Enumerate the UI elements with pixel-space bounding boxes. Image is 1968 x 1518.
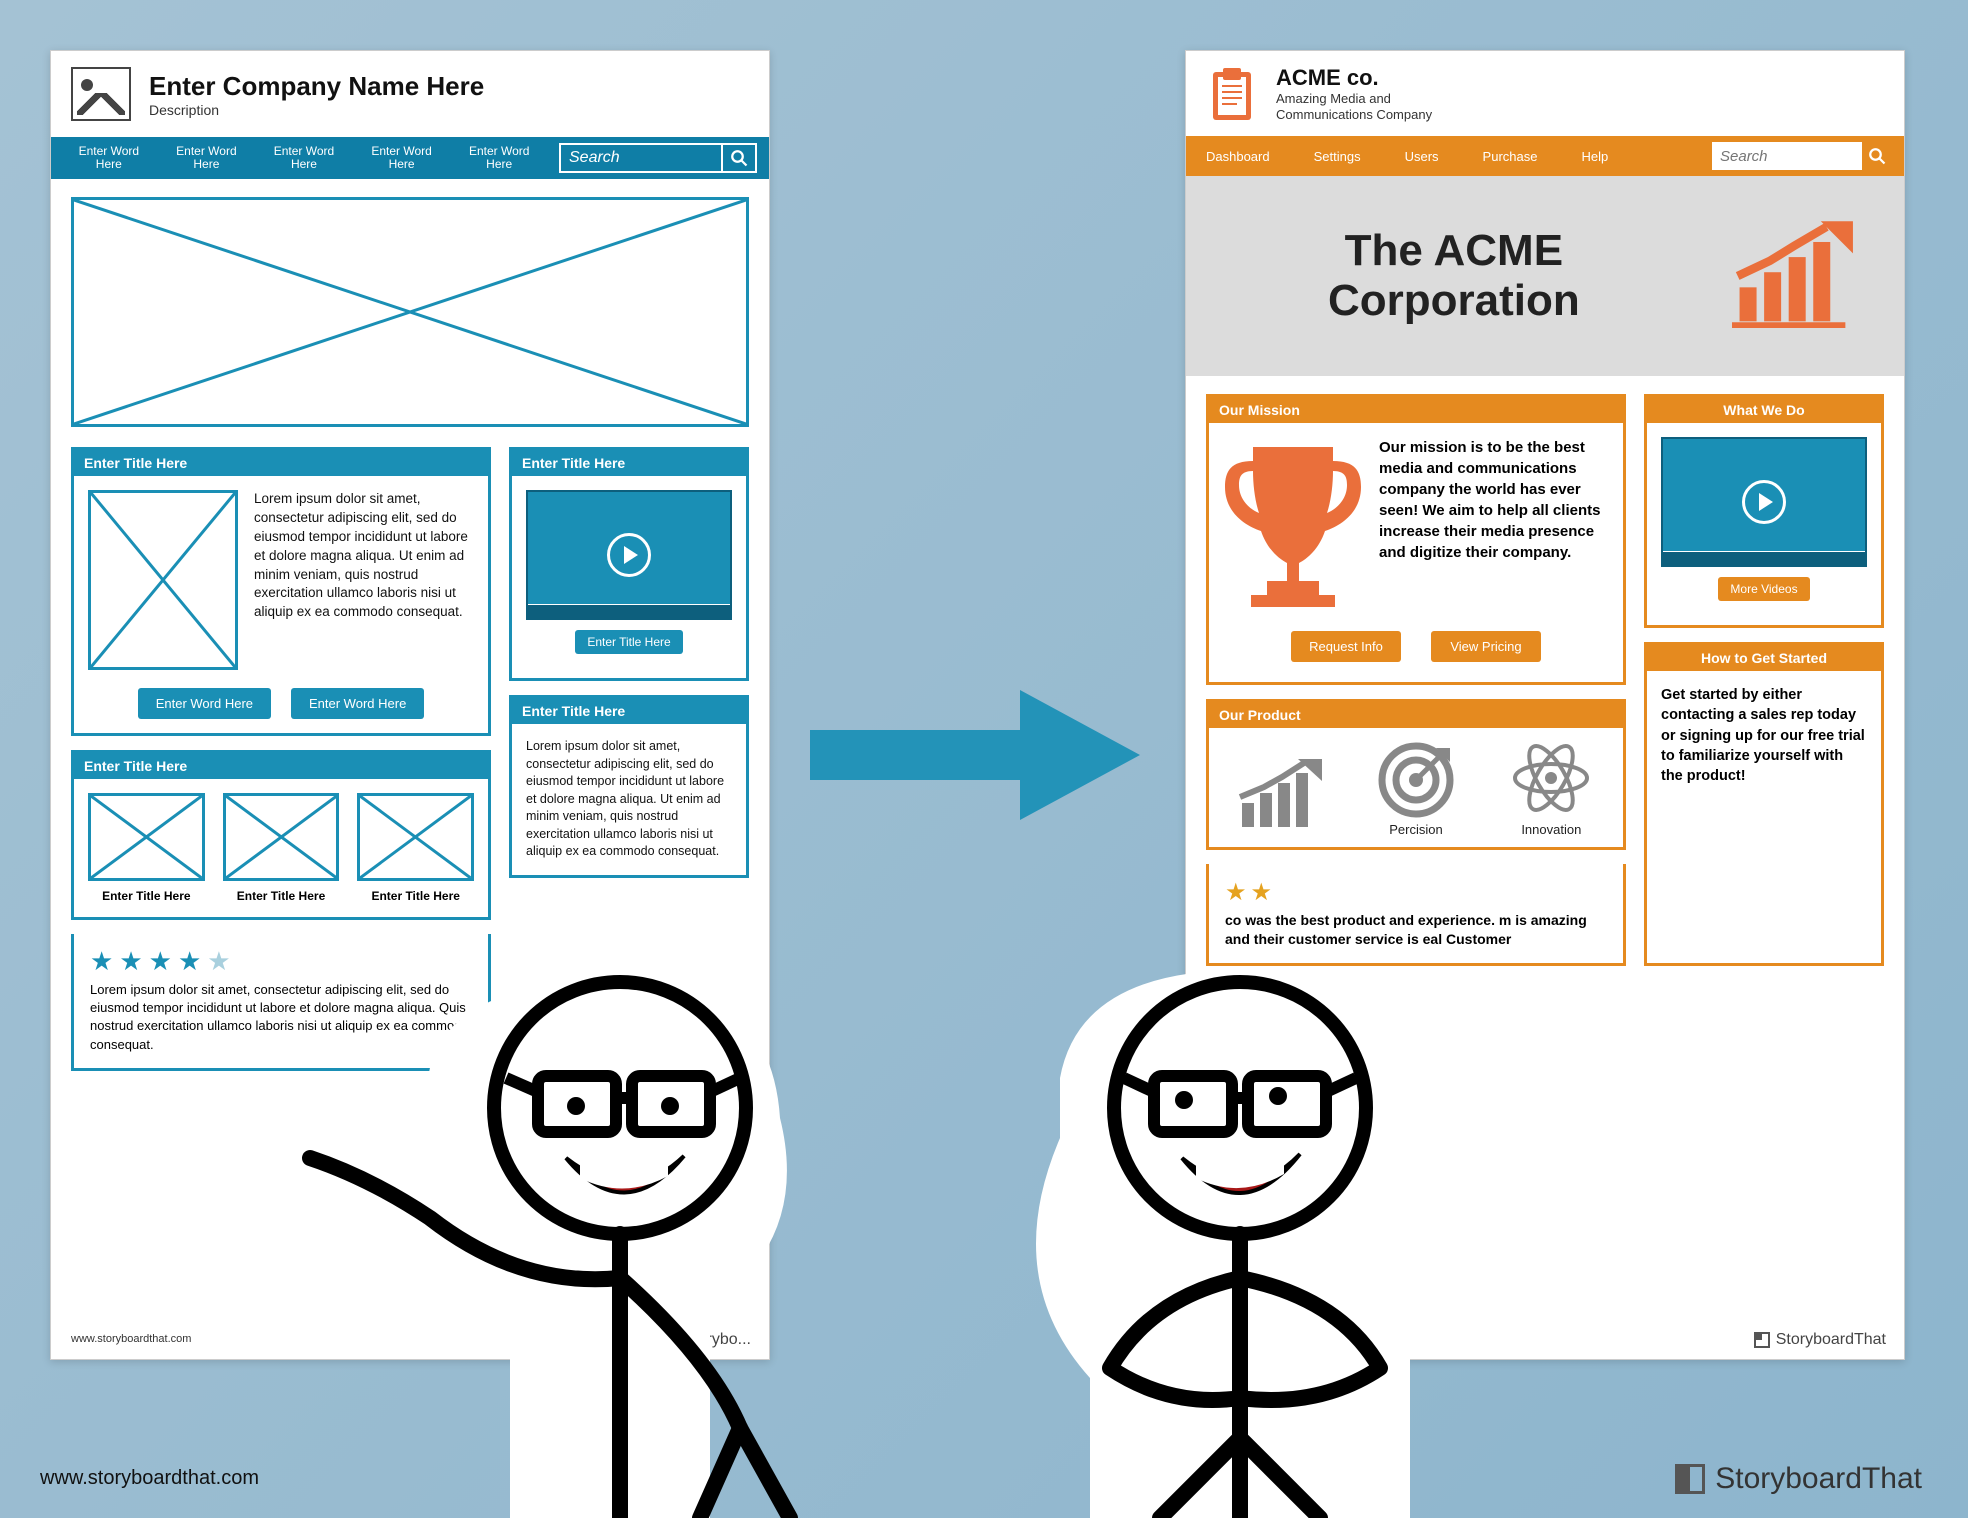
search-box[interactable] <box>559 143 757 173</box>
product-card: Our Product Percision Innovation <box>1206 699 1626 850</box>
nav-item[interactable]: Enter Word Here <box>266 145 342 171</box>
page-brand: StoryboardThat <box>1675 1462 1922 1496</box>
page-url: www.storyboardthat.com <box>40 1467 259 1490</box>
card-header: Enter Title Here <box>512 698 746 724</box>
wf-body: Enter Title Here Lorem ipsum dolor sit a… <box>51 179 769 1089</box>
company-name: Enter Company Name Here <box>149 71 484 102</box>
view-pricing-button[interactable]: View Pricing <box>1431 631 1541 662</box>
hero-title: The ACME Corporation <box>1226 226 1682 327</box>
clipboard-icon <box>1206 66 1258 122</box>
play-icon <box>1742 480 1786 524</box>
howto-text: Get started by either contacting a sales… <box>1647 671 1881 800</box>
growth-icon <box>1238 759 1324 833</box>
wf-nav: Enter Word Here Enter Word Here Enter Wo… <box>51 137 769 179</box>
thumb-label: Enter Title Here <box>237 889 325 903</box>
hero-banner: The ACME Corporation <box>1186 176 1904 376</box>
nav-purchase[interactable]: Purchase <box>1483 149 1538 164</box>
star-rating: ★ ★ <box>1209 864 1623 911</box>
wf-title-block: Enter Company Name Here Description <box>149 71 484 118</box>
thumbnail-placeholder <box>357 793 474 881</box>
atom-icon <box>1511 738 1591 818</box>
video-card: Enter Title Here Enter Title Here <box>509 447 749 681</box>
thumb-label: Enter Title Here <box>102 889 190 903</box>
r-nav: Dashboard Settings Users Purchase Help <box>1186 136 1904 176</box>
company-name: ACME co. <box>1276 65 1476 91</box>
star-icon: ★ <box>207 946 230 977</box>
card-header: Our Product <box>1209 702 1623 728</box>
star-icon: ★ <box>90 946 113 977</box>
footer-brand: StoryboardThat <box>1754 1331 1886 1349</box>
thumb-label: Enter Title Here <box>371 889 459 903</box>
company-desc: Description <box>149 102 484 118</box>
thumbnail-placeholder <box>223 793 340 881</box>
star-icon: ★ <box>119 946 142 977</box>
howto-card: How to Get Started Get started by either… <box>1644 642 1884 966</box>
play-icon <box>607 533 651 577</box>
image-placeholder <box>88 490 238 670</box>
nav-item[interactable]: Enter Word Here <box>71 145 147 171</box>
search-input[interactable] <box>561 145 721 171</box>
mission-text: Our mission is to be the best media and … <box>1379 437 1609 563</box>
search-box[interactable] <box>1712 142 1892 170</box>
nav-dashboard[interactable]: Dashboard <box>1206 149 1270 164</box>
nav-settings[interactable]: Settings <box>1314 149 1361 164</box>
growth-chart-icon <box>1732 216 1864 336</box>
search-icon[interactable] <box>721 145 755 171</box>
cta-button[interactable]: Enter Word Here <box>291 688 424 719</box>
transition-arrow-icon <box>810 680 1150 835</box>
r-body: Our Mission Our mission is to be the bes… <box>1186 376 1904 984</box>
video-button[interactable]: Enter Title Here <box>575 630 682 654</box>
thumbnail-placeholder <box>88 793 205 881</box>
nav-item[interactable]: Enter Word Here <box>169 145 245 171</box>
target-icon <box>1378 742 1454 818</box>
search-icon[interactable] <box>1862 142 1892 170</box>
logo-icon <box>1675 1464 1705 1494</box>
video-placeholder[interactable] <box>1661 437 1867 567</box>
request-info-button[interactable]: Request Info <box>1291 631 1401 662</box>
prod-label: Innovation <box>1521 822 1581 837</box>
star-icon: ★ <box>178 946 201 977</box>
wf-header: Enter Company Name Here Description <box>51 51 769 137</box>
nav-help[interactable]: Help <box>1581 149 1608 164</box>
mission-card: Enter Title Here Lorem ipsum dolor sit a… <box>71 447 491 736</box>
review-text: co was the best product and experience. … <box>1209 911 1623 963</box>
footer-url: www.storyboardthat.com <box>71 1333 191 1345</box>
card-header: What We Do <box>1647 397 1881 423</box>
prod-label: Percision <box>1389 822 1442 837</box>
text-card: Enter Title Here Lorem ipsum dolor sit a… <box>509 695 749 878</box>
card-header: Our Mission <box>1209 397 1623 423</box>
logo-icon <box>1754 1332 1770 1348</box>
r-header: ACME co. Amazing Media and Communication… <box>1186 51 1904 136</box>
nav-item[interactable]: Enter Word Here <box>461 145 537 171</box>
card-header: Enter Title Here <box>74 753 488 779</box>
image-placeholder-icon <box>71 67 131 121</box>
review-card: ★ ★ co was the best product and experien… <box>1206 864 1626 966</box>
card-header: Enter Title Here <box>512 450 746 476</box>
star-icon: ★ <box>149 946 172 977</box>
more-videos-button[interactable]: More Videos <box>1718 577 1809 601</box>
hero-placeholder <box>71 197 749 427</box>
body-text: Lorem ipsum dolor sit amet, consectetur … <box>254 490 474 670</box>
stick-figure-presenter <box>270 958 950 1518</box>
company-desc: Amazing Media and Communications Company <box>1276 91 1476 122</box>
nav-users[interactable]: Users <box>1405 149 1439 164</box>
star-icon: ★ <box>1225 878 1247 907</box>
star-icon: ★ <box>1251 878 1273 907</box>
video-card: What We Do More Videos <box>1644 394 1884 628</box>
nav-item[interactable]: Enter Word Here <box>364 145 440 171</box>
r-title-block: ACME co. Amazing Media and Communication… <box>1276 65 1476 122</box>
video-placeholder[interactable] <box>526 490 732 620</box>
card-header: How to Get Started <box>1647 645 1881 671</box>
stick-figure-listener <box>940 958 1540 1518</box>
card-header: Enter Title Here <box>74 450 488 476</box>
mission-card: Our Mission Our mission is to be the bes… <box>1206 394 1626 685</box>
body-text: Lorem ipsum dolor sit amet, consectetur … <box>512 724 746 875</box>
search-input[interactable] <box>1712 148 1862 165</box>
thumbnails-card: Enter Title Here Enter Title Here Enter … <box>71 750 491 920</box>
cta-button[interactable]: Enter Word Here <box>138 688 271 719</box>
trophy-icon <box>1223 437 1363 607</box>
